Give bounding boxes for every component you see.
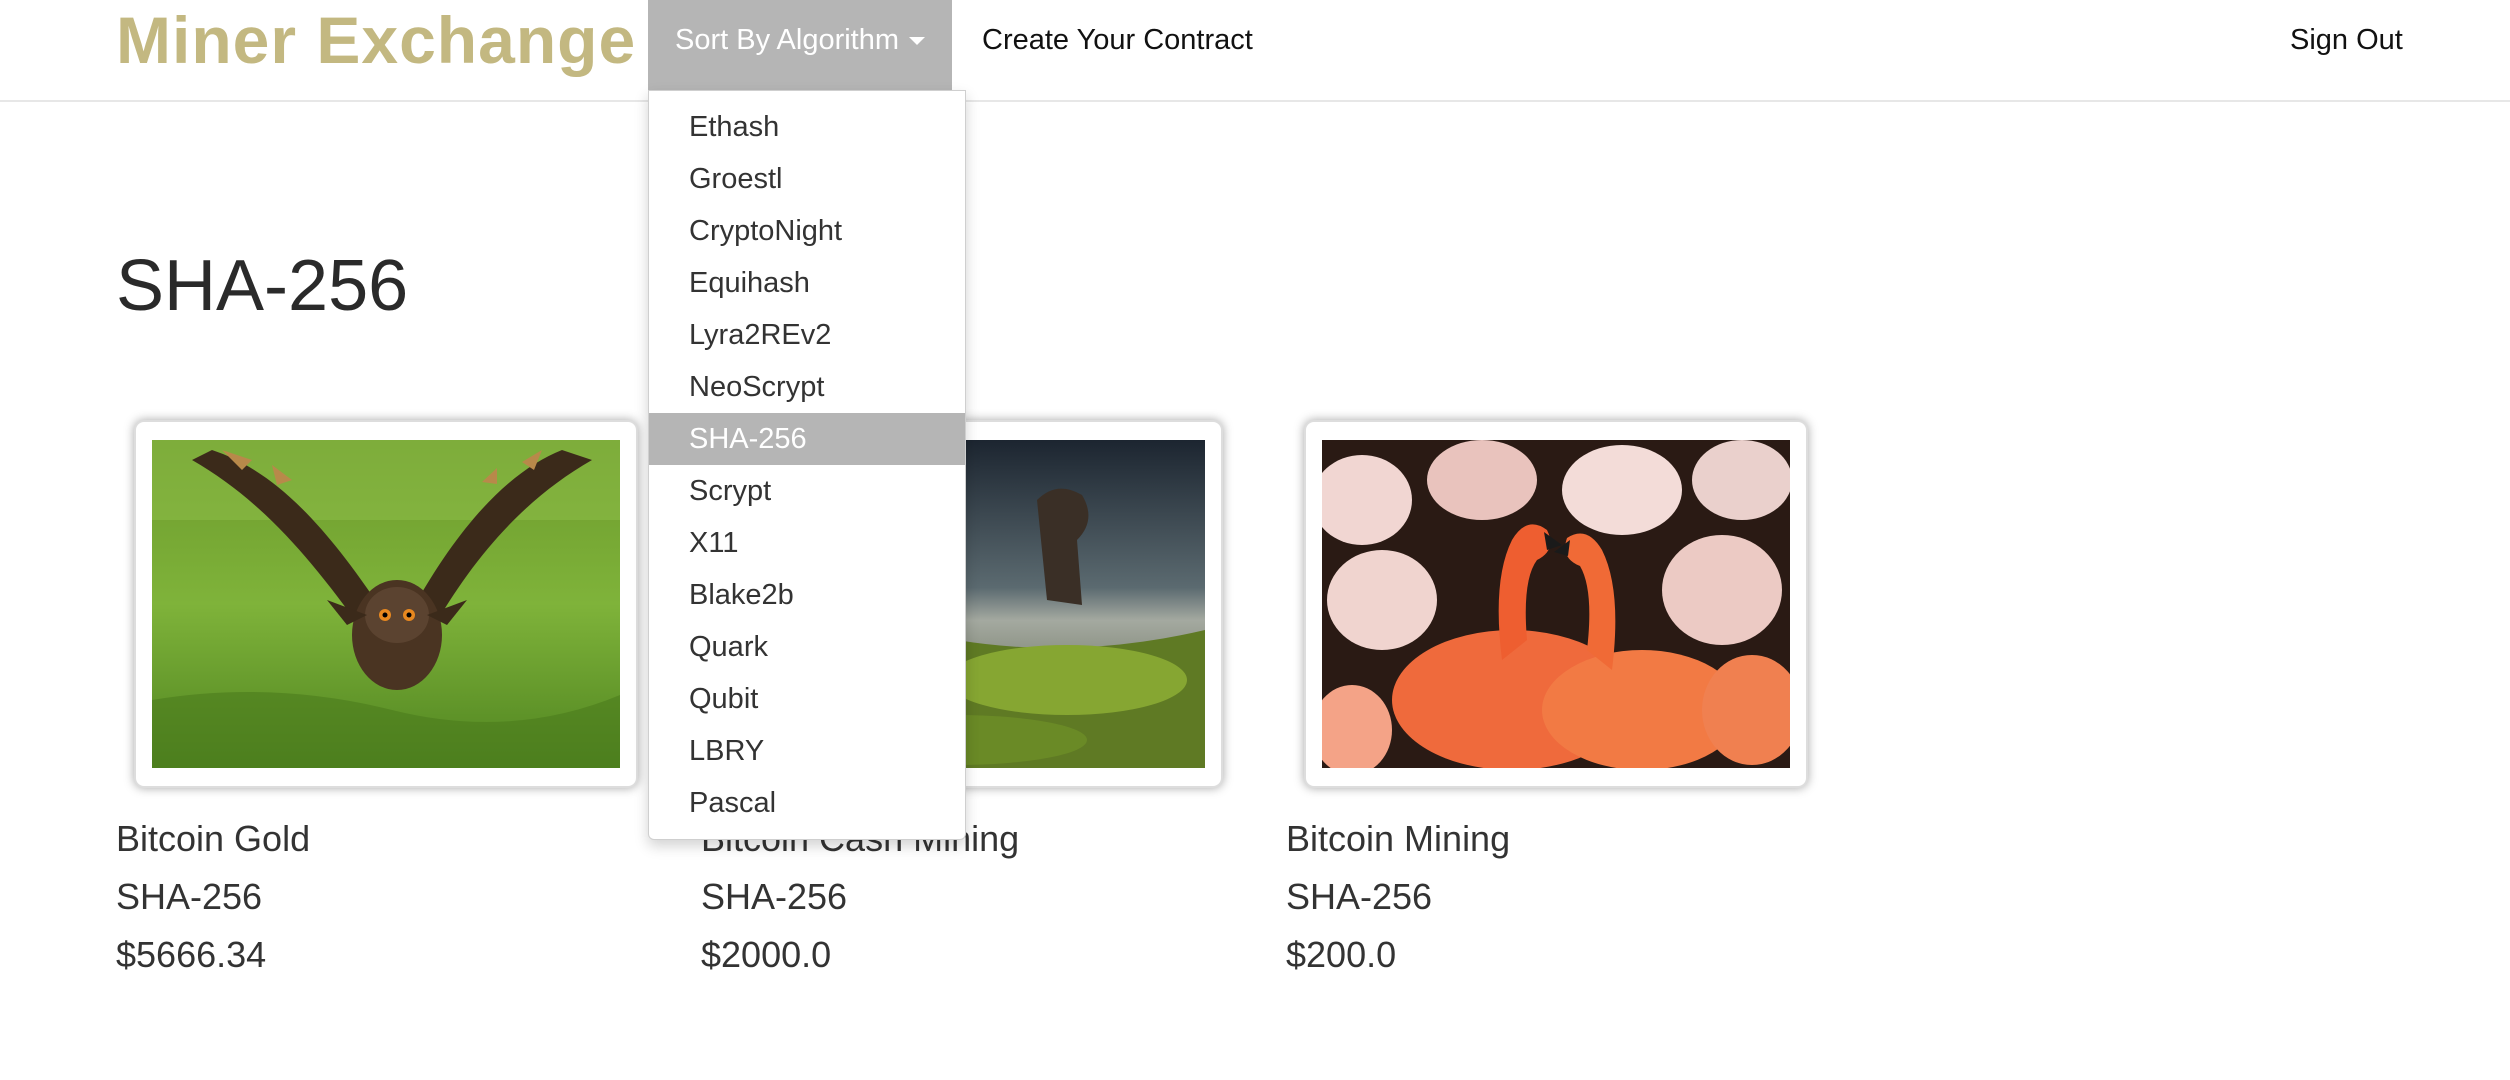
create-contract-link[interactable]: Create Your Contract — [982, 0, 1253, 80]
dropdown-item-neoscrypt[interactable]: NeoScrypt — [649, 361, 965, 413]
contract-price: $5666.34 — [116, 934, 267, 975]
sort-by-algorithm-label: Sort By Algorithm — [674, 24, 900, 56]
contract-algorithm: SHA-256 — [701, 876, 848, 917]
contract-thumbnail[interactable] — [134, 420, 638, 788]
dropdown-item-groestl[interactable]: Groestl — [649, 153, 965, 205]
navbar: Miner Exchange Sort By Algorithm Create … — [0, 0, 2510, 102]
dropdown-item-x11[interactable]: X11 — [649, 517, 965, 569]
contract-price: $200.0 — [1286, 934, 1397, 975]
dropdown-item-equihash[interactable]: Equihash — [649, 257, 965, 309]
sign-out-link[interactable]: Sign Out — [2290, 0, 2403, 80]
brand-logo[interactable]: Miner Exchange — [116, 0, 636, 80]
flamingos-photo — [1322, 440, 1790, 768]
page-title: SHA-256 — [116, 246, 409, 326]
dropdown-item-sha-256[interactable]: SHA-256 — [649, 413, 965, 465]
dropdown-item-pascal[interactable]: Pascal — [649, 777, 965, 829]
dropdown-item-ethash[interactable]: Ethash — [649, 101, 965, 153]
contract-price: $2000.0 — [701, 934, 832, 975]
contract-algorithm: SHA-256 — [116, 876, 263, 917]
contract-algorithm: SHA-256 — [1286, 876, 1433, 917]
dropdown-item-qubit[interactable]: Qubit — [649, 673, 965, 725]
sort-by-algorithm-dropdown-toggle[interactable]: Sort By Algorithm — [648, 0, 952, 90]
dropdown-item-lbry[interactable]: LBRY — [649, 725, 965, 777]
algorithm-dropdown-menu: Ethash Groestl CryptoNight Equihash Lyra… — [648, 90, 966, 840]
contract-thumbnail[interactable] — [1304, 420, 1808, 788]
contract-name[interactable]: Bitcoin Gold — [116, 818, 310, 860]
dropdown-item-cryptonight[interactable]: CryptoNight — [649, 205, 965, 257]
contract-name[interactable]: Bitcoin Mining — [1286, 818, 1510, 860]
dropdown-item-blake2b[interactable]: Blake2b — [649, 569, 965, 621]
dropdown-item-scrypt[interactable]: Scrypt — [649, 465, 965, 517]
dropdown-item-lyra2rev2[interactable]: Lyra2REv2 — [649, 309, 965, 361]
caret-down-icon — [909, 37, 926, 46]
owl-photo — [152, 440, 620, 768]
dropdown-item-quark[interactable]: Quark — [649, 621, 965, 673]
